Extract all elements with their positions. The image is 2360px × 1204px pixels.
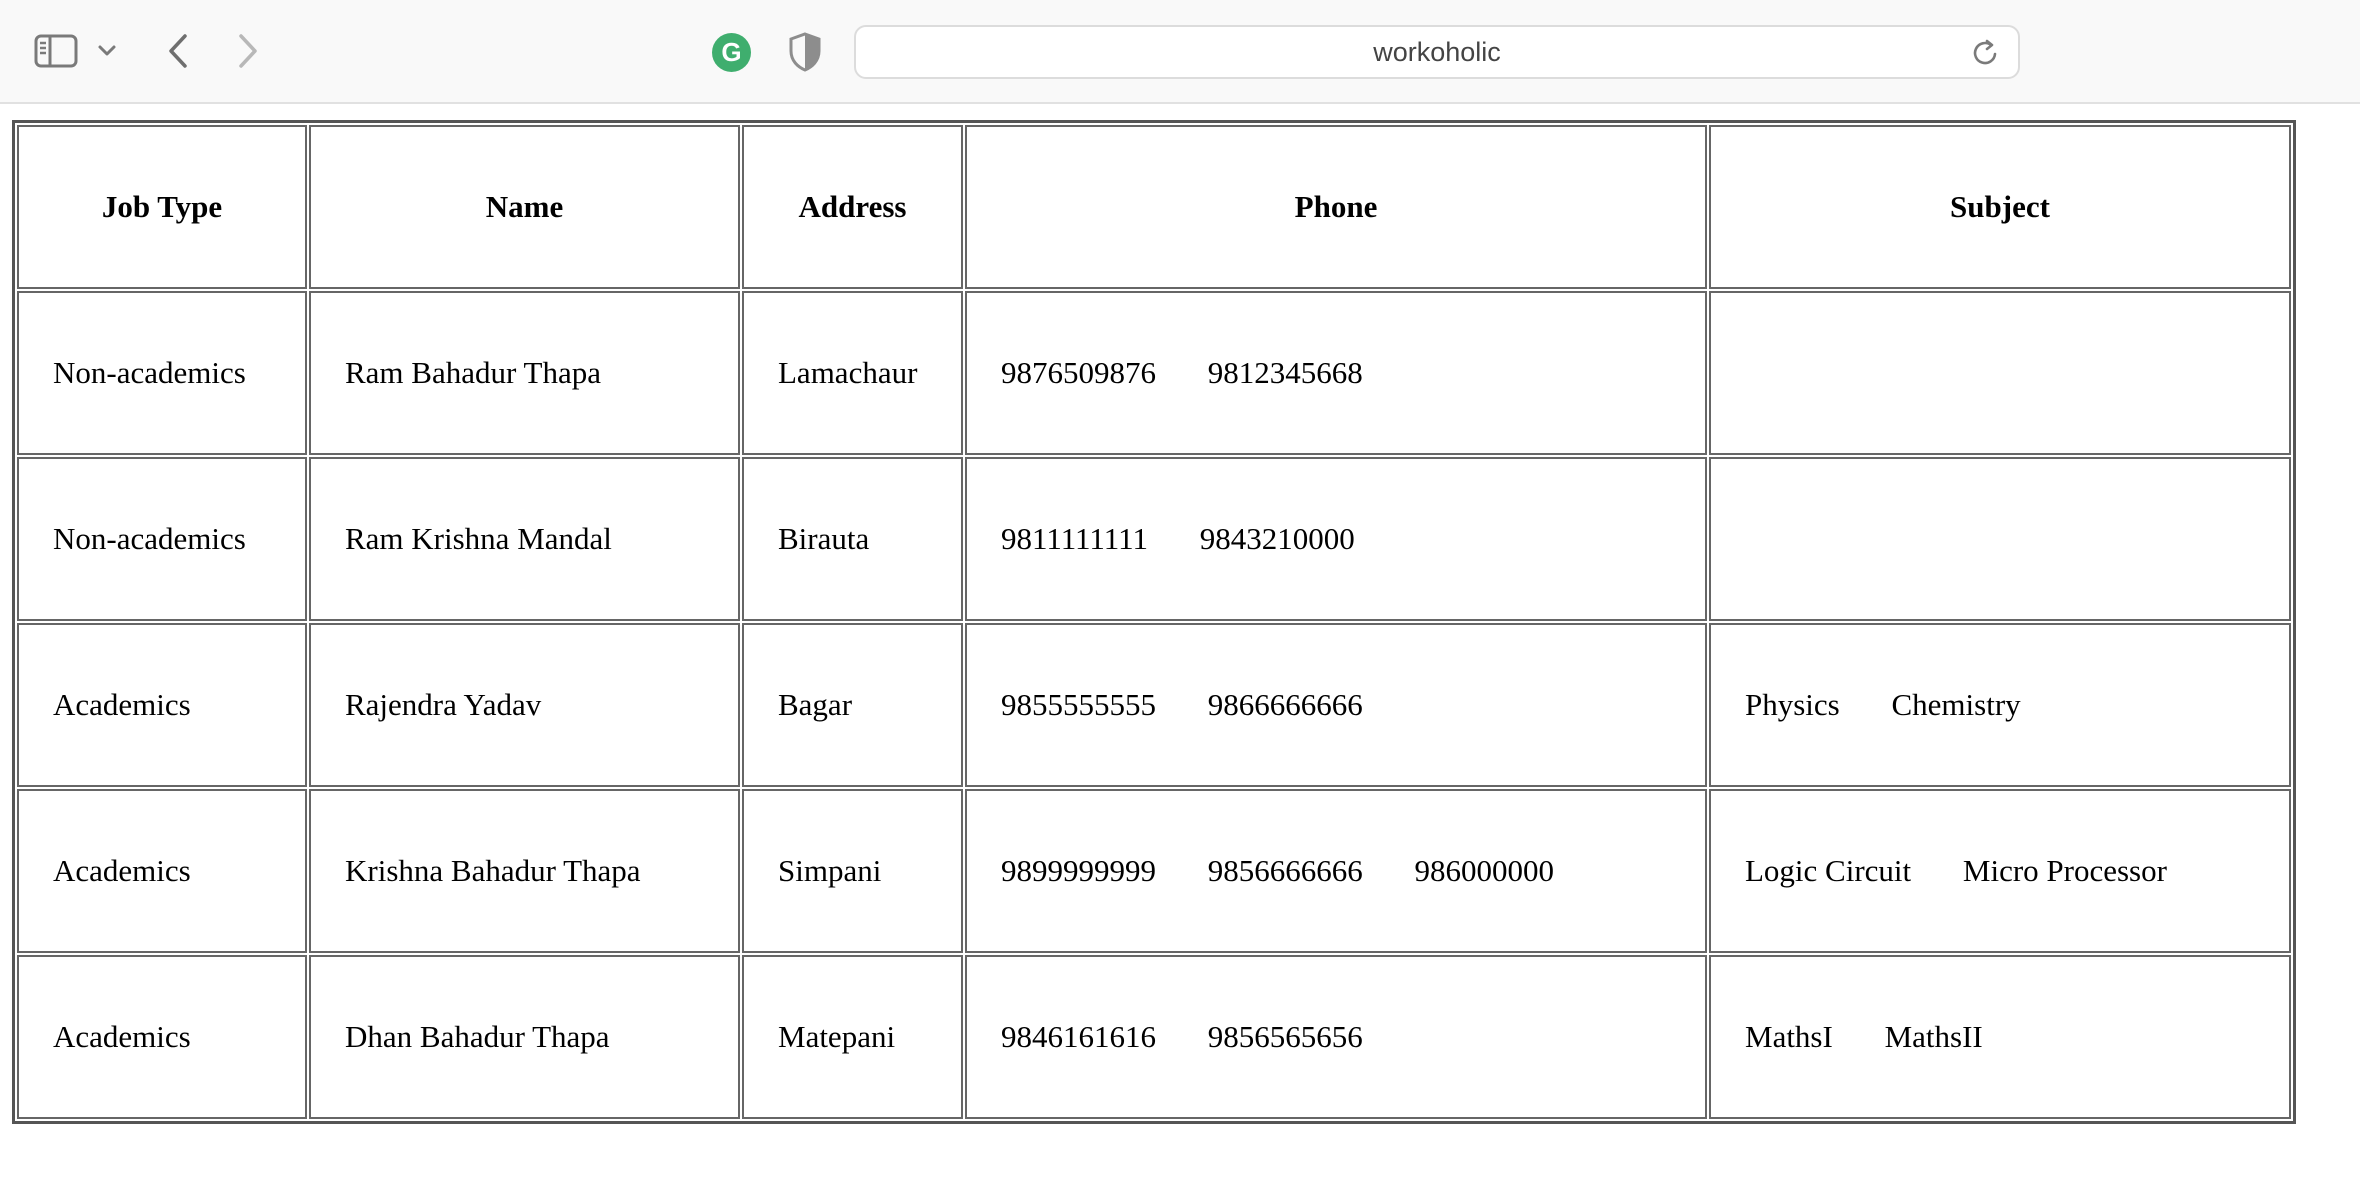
table-row: Academics Krishna Bahadur Thapa Simpani … xyxy=(17,789,2291,953)
phone-cell: 9899999999 9856666666 986000000 xyxy=(965,789,1707,953)
phone-number: 9876509876 xyxy=(1001,355,1156,390)
back-arrow-icon[interactable] xyxy=(160,30,196,72)
address-cell: Matepani xyxy=(742,955,963,1119)
phone-cell: 9811111111 9843210000 xyxy=(965,457,1707,621)
phone-cell: 9846161616 9856565656 xyxy=(965,955,1707,1119)
name-cell: Rajendra Yadav xyxy=(309,623,740,787)
address-cell: Bagar xyxy=(742,623,963,787)
job-type-cell: Non-academics xyxy=(17,291,307,455)
reload-icon[interactable] xyxy=(1970,37,2002,69)
table-row: Non-academics Ram Bahadur Thapa Lamachau… xyxy=(17,291,2291,455)
header-subject: Subject xyxy=(1709,125,2291,289)
address-cell: Birauta xyxy=(742,457,963,621)
subject-item: Micro Processor xyxy=(1962,853,2167,888)
phone-cell: 9855555555 9866666666 xyxy=(965,623,1707,787)
job-type-cell: Academics xyxy=(17,789,307,953)
subject-cell xyxy=(1709,457,2291,621)
address-text: workoholic xyxy=(1373,36,1501,67)
name-cell: Ram Bahadur Thapa xyxy=(309,291,740,455)
phone-cell: 9876509876 9812345668 xyxy=(965,291,1707,455)
job-type-cell: Non-academics xyxy=(17,457,307,621)
subject-cell: Logic Circuit Micro Processor xyxy=(1709,789,2291,953)
phone-number: 9843210000 xyxy=(1199,521,1355,556)
table-row: Academics Rajendra Yadav Bagar 985555555… xyxy=(17,623,2291,787)
privacy-shield-icon[interactable] xyxy=(788,32,822,72)
phone-number: 9899999999 xyxy=(1001,853,1156,888)
table-row: Academics Dhan Bahadur Thapa Matepani 98… xyxy=(17,955,2291,1119)
sidebar-icon[interactable] xyxy=(34,32,78,70)
header-address: Address xyxy=(742,125,963,289)
subject-cell: Physics Chemistry xyxy=(1709,623,2291,787)
staff-table: Job Type Name Address Phone Subject Non-… xyxy=(12,120,2296,1124)
subject-cell xyxy=(1709,291,2291,455)
address-cell: Lamachaur xyxy=(742,291,963,455)
phone-number: 9846161616 xyxy=(1001,1019,1156,1054)
address-cell: Simpani xyxy=(742,789,963,953)
header-job-type: Job Type xyxy=(17,125,307,289)
subject-item: MathsII xyxy=(1884,1019,1983,1054)
subject-cell: MathsI MathsII xyxy=(1709,955,2291,1119)
browser-toolbar: G workoholic xyxy=(0,0,2360,104)
phone-number: 9812345668 xyxy=(1207,355,1363,390)
header-phone: Phone xyxy=(965,125,1707,289)
phone-number: 9856565656 xyxy=(1207,1019,1363,1054)
forward-arrow-icon[interactable] xyxy=(230,30,266,72)
job-type-cell: Academics xyxy=(17,955,307,1119)
name-cell: Ram Krishna Mandal xyxy=(309,457,740,621)
phone-number: 9811111111 xyxy=(1001,521,1148,556)
table-row: Non-academics Ram Krishna Mandal Birauta… xyxy=(17,457,2291,621)
phone-number: 986000000 xyxy=(1414,853,1555,888)
page-content: Job Type Name Address Phone Subject Non-… xyxy=(12,120,2296,1124)
grammarly-icon[interactable]: G xyxy=(712,33,751,72)
subject-item: Chemistry xyxy=(1891,687,2021,722)
name-cell: Krishna Bahadur Thapa xyxy=(309,789,740,953)
subject-item: Logic Circuit xyxy=(1745,853,1912,888)
phone-number: 9866666666 xyxy=(1207,687,1363,722)
phone-number: 9855555555 xyxy=(1001,687,1156,722)
table-header-row: Job Type Name Address Phone Subject xyxy=(17,125,2291,289)
chevron-down-icon[interactable] xyxy=(94,38,120,64)
job-type-cell: Academics xyxy=(17,623,307,787)
phone-number: 9856666666 xyxy=(1207,853,1363,888)
header-name: Name xyxy=(309,125,740,289)
subject-item: Physics xyxy=(1745,687,1840,722)
address-bar[interactable]: workoholic xyxy=(854,25,2020,79)
name-cell: Dhan Bahadur Thapa xyxy=(309,955,740,1119)
subject-item: MathsI xyxy=(1745,1019,1833,1054)
